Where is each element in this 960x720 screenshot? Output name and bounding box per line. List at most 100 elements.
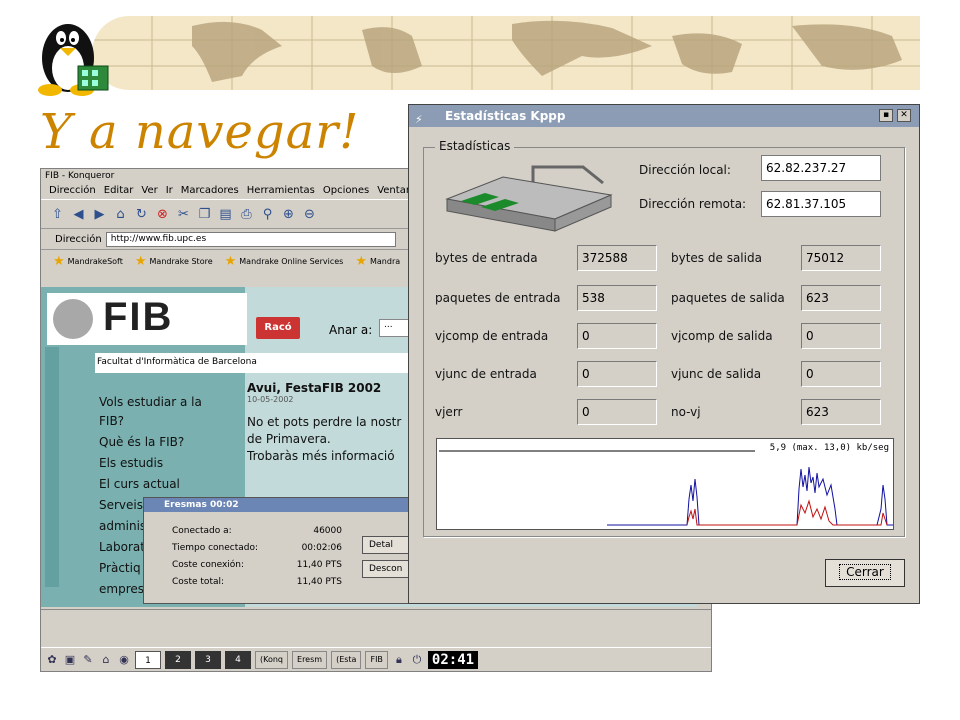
close-icon[interactable]: ✕ xyxy=(897,109,911,122)
local-address-field[interactable]: 62.82.237.27 xyxy=(761,155,881,181)
stat-label: vjcomp de entrada xyxy=(435,329,549,343)
zoom-in-icon[interactable]: ⊕ xyxy=(280,206,297,223)
menu-item[interactable]: Opciones xyxy=(323,183,369,199)
remote-address-field[interactable]: 62.81.37.105 xyxy=(761,191,881,217)
menu-item[interactable]: Marcadores xyxy=(181,183,239,199)
kppp-stats-window[interactable]: ⚡︎ Estadísticas Kppp ▪ ✕ Estadísticas Di… xyxy=(408,104,920,604)
stats-group-label: Estadísticas xyxy=(435,139,515,153)
modem-icon xyxy=(445,165,613,232)
stat-label: vjunc de entrada xyxy=(435,367,537,381)
paste-icon[interactable]: ▤ xyxy=(217,206,234,223)
stat-value: 75012 xyxy=(801,245,881,271)
eresmas-value: 46000 xyxy=(313,526,342,536)
minimize-button[interactable]: ▪ xyxy=(879,109,893,122)
terminal-icon[interactable]: ▣ xyxy=(63,653,77,667)
plug-icon: ⚡︎ xyxy=(415,113,423,126)
forward-icon[interactable]: ▶ xyxy=(91,206,108,223)
menu-item[interactable]: Ir xyxy=(166,183,173,199)
copy-icon[interactable]: ❐ xyxy=(196,206,213,223)
eresmas-titlebar[interactable]: Eresmas 00:02 xyxy=(144,498,417,512)
menu-item[interactable]: Editar xyxy=(104,183,134,199)
stat-value: 0 xyxy=(801,361,881,387)
kppp-title: Estadísticas Kppp xyxy=(445,109,566,123)
address-label: Dirección xyxy=(55,233,102,245)
close-button[interactable]: Cerrar xyxy=(825,559,905,587)
raco-button[interactable]: Racó xyxy=(256,317,300,339)
home-icon[interactable]: ⌂ xyxy=(112,206,129,223)
throughput-graph: 5,9 (max. 13,0) kb/seg xyxy=(436,438,894,530)
graph-rate-label: 5,9 (max. 13,0) kb/seg xyxy=(769,443,889,453)
nav-item[interactable]: Què és la FIB? xyxy=(99,433,209,452)
eresmas-label: Coste total: xyxy=(172,577,225,587)
stat-label: paquetes de salida xyxy=(671,291,785,305)
bookmark-label: Mandrake Online Services xyxy=(239,257,344,266)
slide: Y a navegar! FIB - Konqueror Dirección E… xyxy=(0,0,960,720)
reload-icon[interactable]: ↻ xyxy=(133,206,150,223)
star-icon: ★ xyxy=(224,254,237,269)
zoom-out-icon[interactable]: ⊖ xyxy=(301,206,318,223)
nav-item[interactable]: El curs actual xyxy=(99,475,209,494)
kppp-titlebar[interactable]: ⚡︎ Estadísticas Kppp ▪ ✕ xyxy=(409,105,919,127)
back-icon[interactable]: ◀ xyxy=(70,206,87,223)
remote-address-label: Dirección remota: xyxy=(639,197,747,211)
stat-label: bytes de entrada xyxy=(435,251,538,265)
power-icon[interactable]: ⏻ xyxy=(410,653,424,667)
task-button[interactable]: Eresm xyxy=(292,650,328,669)
slide-title: Y a navegar! xyxy=(40,104,360,160)
bookmark-item[interactable]: ★ Mandra xyxy=(355,254,400,269)
menu-item[interactable]: Herramientas xyxy=(247,183,315,199)
graph-out-series xyxy=(686,499,888,526)
graph-in-series xyxy=(607,466,893,526)
bookmark-item[interactable]: ★ Mandrake Online Services xyxy=(225,254,344,269)
bookmark-item[interactable]: ★ MandrakeSoft xyxy=(53,254,123,269)
bookmark-item[interactable]: ★ Mandrake Store xyxy=(135,254,213,269)
bookmark-label: Mandra xyxy=(369,257,401,266)
menu-item[interactable]: Ver xyxy=(141,183,157,199)
eresmas-value: 00:02:06 xyxy=(301,543,342,553)
kde-menu-icon[interactable]: ✿ xyxy=(45,653,59,667)
sidebar-decoration xyxy=(45,347,59,587)
eresmas-label: Tiempo conectado: xyxy=(172,543,259,553)
task-button[interactable]: FIB xyxy=(365,650,388,669)
find-icon[interactable]: ⚲ xyxy=(259,206,276,223)
stat-label: vjunc de salida xyxy=(671,367,762,381)
stat-label: bytes de salida xyxy=(671,251,762,265)
eresmas-value: 11,40 PTS xyxy=(296,560,342,570)
print-icon[interactable]: ⎙ xyxy=(238,206,255,223)
stat-value: 0 xyxy=(577,361,657,387)
eresmas-label: Coste conexión: xyxy=(172,560,245,570)
address-input[interactable]: http://www.fib.upc.es xyxy=(105,231,396,247)
fib-logo-text: FIB xyxy=(103,295,174,339)
up-icon[interactable]: ⇧ xyxy=(49,206,66,223)
clock: 02:41 xyxy=(427,650,479,669)
horizontal-scrollbar[interactable] xyxy=(41,609,711,623)
kde-taskbar: ✿ ▣ ✎ ⌂ ◉ 1 2 3 4 (Konq Eresm (Esta FIB … xyxy=(41,647,711,671)
desktop-2-button[interactable]: 2 xyxy=(165,650,191,669)
menu-item[interactable]: Dirección xyxy=(49,183,96,199)
browser-icon[interactable]: ◉ xyxy=(117,653,131,667)
header-map-band xyxy=(92,16,920,90)
editor-icon[interactable]: ✎ xyxy=(81,653,95,667)
task-button[interactable]: (Konq xyxy=(255,650,289,669)
desktop-3-button[interactable]: 3 xyxy=(195,650,221,669)
bookmark-label: MandrakeSoft xyxy=(67,257,123,266)
star-icon: ★ xyxy=(53,254,65,269)
stat-value: 0 xyxy=(577,323,657,349)
bookmark-label: Mandrake Store xyxy=(149,257,213,266)
fib-logo[interactable]: FIB xyxy=(47,293,247,345)
star-icon: ★ xyxy=(134,254,147,269)
eresmas-label: Conectado a: xyxy=(172,526,232,536)
eresmas-window[interactable]: Eresmas 00:02 Conectado a: 46000 Tiempo … xyxy=(143,497,422,604)
desktop-1-button[interactable]: 1 xyxy=(135,650,161,669)
nav-item[interactable]: Els estudis xyxy=(99,454,209,473)
star-icon: ★ xyxy=(355,254,367,269)
nav-item[interactable]: Vols estudiar a la FIB? xyxy=(99,393,209,431)
eresmas-value: 11,40 PTS xyxy=(296,577,342,587)
stat-value: 538 xyxy=(577,285,657,311)
stop-icon[interactable]: ⊗ xyxy=(154,206,171,223)
cut-icon[interactable]: ✂ xyxy=(175,206,192,223)
lock-icon[interactable]: 🔒︎ xyxy=(392,653,406,667)
home-icon[interactable]: ⌂ xyxy=(99,653,113,667)
task-button[interactable]: (Esta xyxy=(331,650,362,669)
desktop-4-button[interactable]: 4 xyxy=(225,650,251,669)
